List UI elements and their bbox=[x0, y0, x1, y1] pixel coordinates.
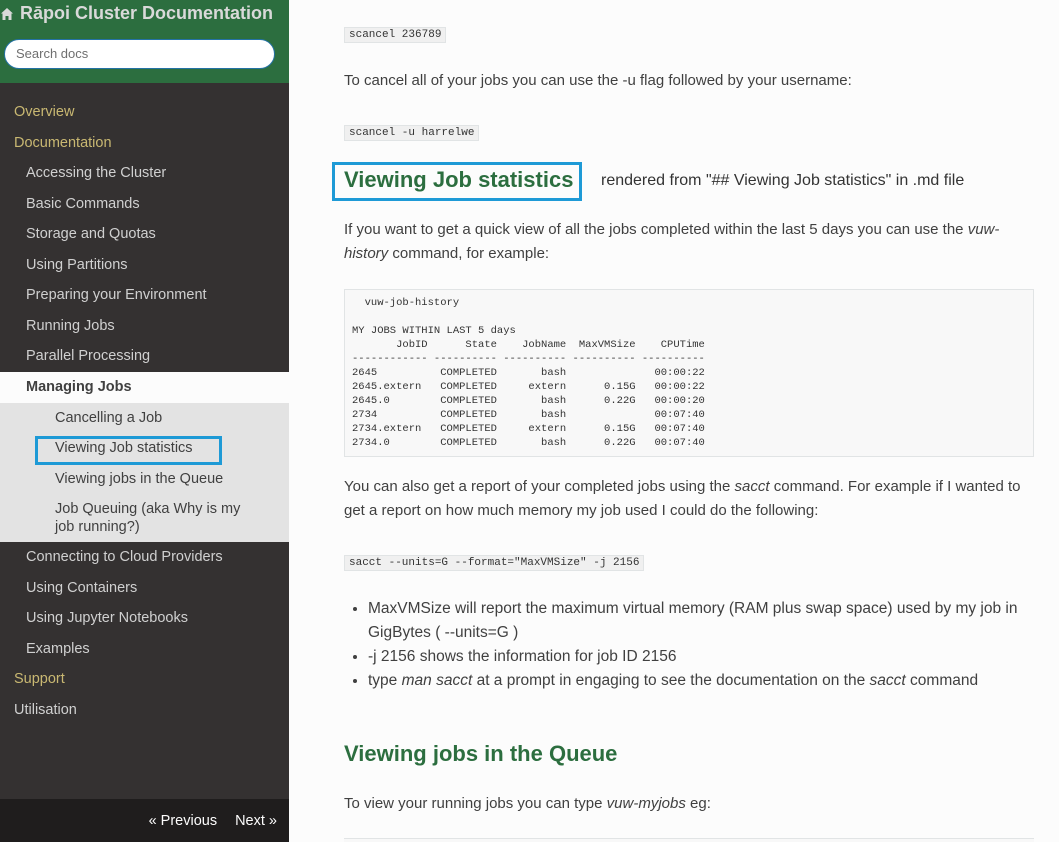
nav-item-managing-jobs[interactable]: Managing Jobs bbox=[0, 371, 289, 403]
search-input[interactable] bbox=[4, 38, 275, 69]
heading-viewing-queue: Viewing jobs in the Queue bbox=[344, 741, 618, 766]
subnav: Cancelling a Job Viewing Job statistics … bbox=[0, 402, 289, 542]
nav-utilisation[interactable]: Utilisation bbox=[0, 695, 289, 726]
sidebar-nav: Overview Documentation Accessing the Clu… bbox=[0, 97, 289, 725]
annotation-text: rendered from "## Viewing Job statistics… bbox=[601, 172, 965, 189]
nav-item-storage[interactable]: Storage and Quotas bbox=[0, 219, 289, 250]
nav-item-environment[interactable]: Preparing your Environment bbox=[0, 280, 289, 311]
highlight-box bbox=[35, 436, 222, 465]
bullet-list: MaxVMSize will report the maximum virtua… bbox=[344, 597, 1034, 693]
main-content: scancel 236789 To cancel all of your job… bbox=[289, 0, 1059, 842]
nav-overview[interactable]: Overview bbox=[0, 97, 289, 128]
previous-link[interactable]: « Previous bbox=[149, 813, 218, 829]
nav-item-examples[interactable]: Examples bbox=[0, 634, 289, 665]
nav-item-cloud[interactable]: Connecting to Cloud Providers bbox=[0, 542, 289, 573]
nav-item-running-jobs[interactable]: Running Jobs bbox=[0, 311, 289, 342]
site-title-link[interactable]: Rāpoi Cluster Documentation bbox=[0, 3, 273, 24]
code-sacct: sacct --units=G --format="MaxVMSize" -j … bbox=[344, 555, 645, 571]
list-item: MaxVMSize will report the maximum virtua… bbox=[368, 597, 1034, 645]
next-link[interactable]: Next » bbox=[235, 813, 277, 829]
nav-support[interactable]: Support bbox=[0, 664, 289, 695]
nav-item-jupyter[interactable]: Using Jupyter Notebooks bbox=[0, 603, 289, 634]
sidebar-footer: « Previous Next » bbox=[0, 799, 289, 842]
subnav-viewing-queue[interactable]: Viewing jobs in the Queue bbox=[0, 464, 289, 495]
list-item: -j 2156 shows the information for job ID… bbox=[368, 645, 1034, 669]
code-block-job-history: vuw-job-history MY JOBS WITHIN LAST 5 da… bbox=[344, 289, 1034, 457]
paragraph-sacct: You can also get a report of your comple… bbox=[344, 478, 1021, 519]
subnav-cancelling[interactable]: Cancelling a Job bbox=[0, 403, 289, 434]
nav-documentation[interactable]: Documentation bbox=[0, 128, 289, 159]
sidebar: Rāpoi Cluster Documentation Overview Doc… bbox=[0, 0, 289, 842]
subnav-viewing-stats-wrap: Viewing Job statistics bbox=[0, 433, 289, 465]
heading-viewing-job-stats: Viewing Job statistics bbox=[344, 167, 574, 192]
paragraph-view-history: If you want to get a quick view of all t… bbox=[344, 221, 1000, 262]
code-scancel-user: scancel -u harrelwe bbox=[344, 125, 480, 141]
list-item: type man sacct at a prompt in engaging t… bbox=[368, 669, 1034, 693]
nav-item-accessing[interactable]: Accessing the Cluster bbox=[0, 158, 289, 189]
nav-item-partitions[interactable]: Using Partitions bbox=[0, 250, 289, 281]
nav-item-basic-commands[interactable]: Basic Commands bbox=[0, 189, 289, 220]
code-scancel-id: scancel 236789 bbox=[344, 27, 447, 43]
code-block-partial bbox=[344, 838, 1034, 842]
paragraph-cancel-all: To cancel all of your jobs you can use t… bbox=[344, 72, 852, 89]
sidebar-header: Rāpoi Cluster Documentation bbox=[0, 0, 289, 83]
site-title: Rāpoi Cluster Documentation bbox=[19, 3, 274, 23]
nav-item-containers[interactable]: Using Containers bbox=[0, 573, 289, 604]
nav-item-parallel[interactable]: Parallel Processing bbox=[0, 341, 289, 372]
subnav-job-queuing[interactable]: Job Queuing (aka Why is my job running?) bbox=[0, 494, 289, 542]
paragraph-queue: To view your running jobs you can type v… bbox=[344, 795, 711, 812]
home-icon bbox=[0, 7, 13, 20]
